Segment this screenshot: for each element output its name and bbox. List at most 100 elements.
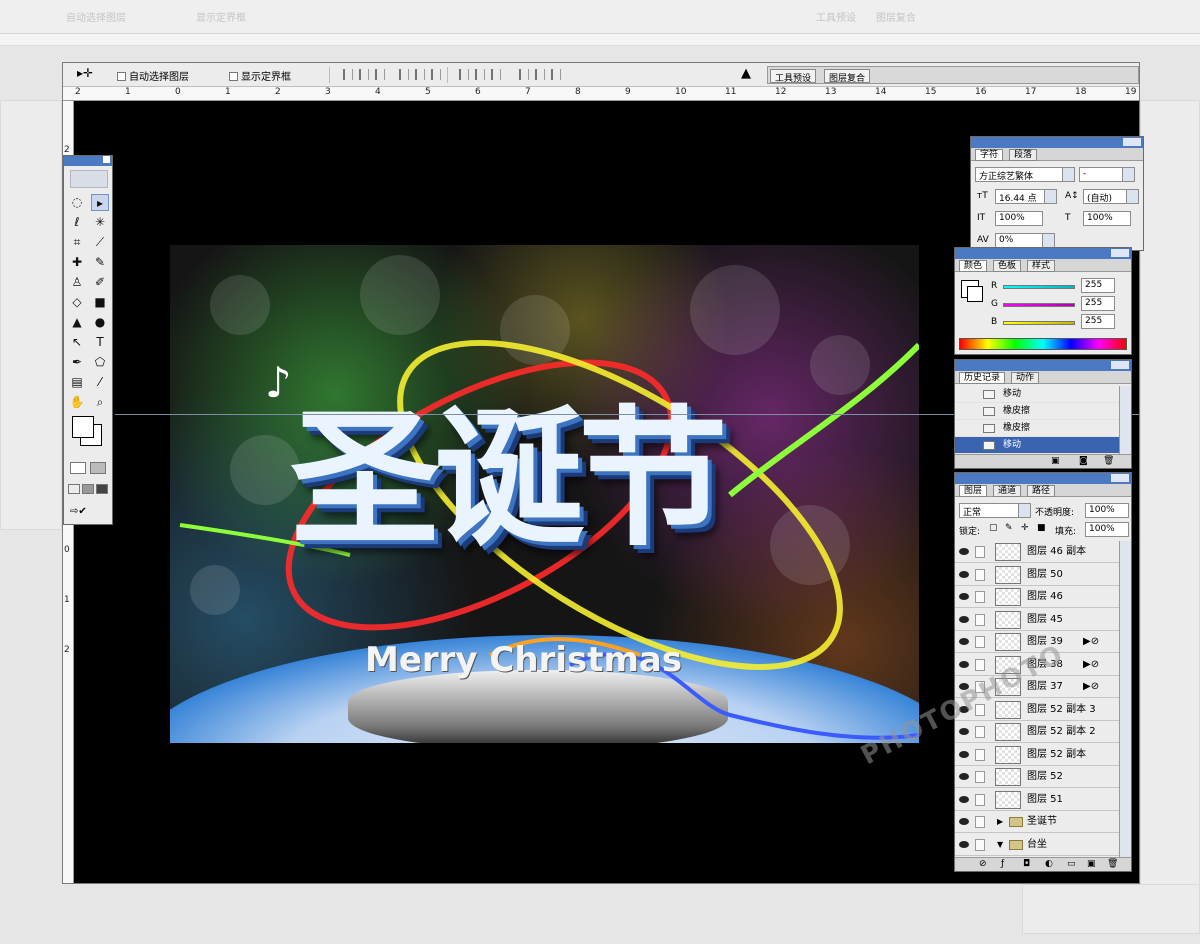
eye-visibility-icon[interactable] <box>959 818 969 825</box>
auto-select-checkbox[interactable]: 自动选择图层 <box>117 68 189 83</box>
tab-swatches[interactable]: 色板 <box>993 260 1022 272</box>
screen-mode-icon[interactable] <box>68 484 80 494</box>
history-item[interactable]: 橡皮擦 <box>955 420 1129 437</box>
layer-row[interactable]: 图层 51 <box>955 788 1121 811</box>
font-family-select[interactable]: 方正综艺繁体 <box>975 167 1075 182</box>
add-mask-icon[interactable]: ◘ <box>1023 859 1030 869</box>
channel-b-slider[interactable] <box>1003 321 1075 325</box>
blur-tool-icon[interactable]: ▲ <box>68 314 86 331</box>
foreground-color-swatch[interactable] <box>72 416 94 438</box>
panel-titlebar[interactable] <box>955 248 1131 259</box>
slice-tool-icon[interactable]: ⟋ <box>91 234 109 251</box>
eye-visibility-icon[interactable] <box>959 773 969 780</box>
distribute-hcenter-icon[interactable] <box>535 69 545 80</box>
type-tool-icon[interactable]: T <box>91 334 109 351</box>
close-icon[interactable] <box>103 156 110 163</box>
shape-tool-icon[interactable]: ⬠ <box>91 354 109 371</box>
eye-visibility-icon[interactable] <box>959 570 969 578</box>
vertical-scale-field[interactable]: 100% <box>995 211 1043 226</box>
font-size-field[interactable]: 16.44 点 <box>995 189 1057 204</box>
new-layer-icon[interactable]: ▣ <box>1087 859 1096 869</box>
color-swatch-bg[interactable] <box>967 286 983 302</box>
link-toggle[interactable] <box>975 591 985 603</box>
layer-group-row[interactable]: ▶ 圣诞节 <box>955 811 1121 833</box>
move-tool-icon[interactable]: ▸ <box>91 194 109 211</box>
add-style-icon[interactable]: ƒ <box>1001 859 1004 869</box>
stamp-tool-icon[interactable]: ♙ <box>68 274 86 291</box>
lock-all-icon[interactable]: ■ <box>1037 523 1046 533</box>
eye-visibility-icon[interactable] <box>959 615 969 623</box>
link-toggle[interactable] <box>975 726 985 738</box>
distribute-right-icon[interactable] <box>551 69 561 80</box>
horizontal-ruler[interactable]: 2 1 0 1 2 3 4 5 6 7 8 9 10 11 12 13 14 15 16 17 18 19 <box>63 87 1139 101</box>
lock-paint-icon[interactable]: ✎ <box>1005 523 1013 533</box>
align-bottom-icon[interactable] <box>375 69 385 80</box>
tab-actions[interactable]: 动作 <box>1011 372 1040 384</box>
tab-layer-comps[interactable]: 图层复合 <box>824 69 871 84</box>
layer-row[interactable]: 图层 50 <box>955 563 1121 586</box>
lock-move-icon[interactable]: ✛ <box>1021 523 1029 533</box>
history-brush-icon[interactable]: ✐ <box>91 274 109 291</box>
link-toggle[interactable] <box>975 748 985 761</box>
history-item-selected[interactable]: 移动 <box>955 437 1129 454</box>
tab-channels[interactable]: 通道 <box>993 485 1022 497</box>
history-scrollbar[interactable] <box>1119 386 1131 456</box>
screen-mode-dark-icon[interactable] <box>96 484 108 494</box>
link-toggle[interactable] <box>975 568 985 581</box>
channel-g-value[interactable]: 255 <box>1081 296 1115 311</box>
gradient-tool-icon[interactable]: ■ <box>91 294 109 311</box>
blend-mode-select[interactable]: 正常 <box>959 503 1031 518</box>
brush-tool-icon[interactable]: ✎ <box>91 254 109 271</box>
link-toggle[interactable] <box>975 613 985 626</box>
layer-group-row[interactable]: ▼ 台坐 <box>955 833 1121 856</box>
eye-visibility-icon[interactable] <box>959 728 969 735</box>
tab-paragraph[interactable]: 段落 <box>1009 149 1038 161</box>
channel-g-slider[interactable] <box>1003 303 1075 307</box>
horizontal-scale-field[interactable]: 100% <box>1083 211 1131 226</box>
notes-tool-icon[interactable]: ▤ <box>68 374 86 391</box>
hand-tool-icon[interactable]: ✋ <box>68 394 86 411</box>
zoom-tool-icon[interactable]: ⌕ <box>91 394 109 411</box>
channel-r-value[interactable]: 255 <box>1081 278 1115 293</box>
link-toggle[interactable] <box>975 816 985 828</box>
expand-icon[interactable]: ▶ <box>997 811 1003 833</box>
channel-r-slider[interactable] <box>1003 285 1075 289</box>
show-bounds-checkbox[interactable]: 显示定界框 <box>229 68 291 83</box>
trash-icon[interactable]: 🗑 <box>1103 456 1114 466</box>
new-document-icon[interactable]: ▣ <box>1051 456 1060 466</box>
history-item[interactable]: 移动 <box>955 386 1129 403</box>
canvas-artwork[interactable]: ♪ 圣诞节 Merry Christmas <box>170 245 919 743</box>
channel-b-value[interactable]: 255 <box>1081 314 1115 329</box>
layer-row[interactable]: 图层 46 副本 <box>955 541 1121 563</box>
crop-tool-icon[interactable]: ⌗ <box>68 234 86 251</box>
color-spectrum-bar[interactable] <box>959 338 1127 350</box>
jump-to-imageready-icon[interactable]: ⇨✔ <box>70 506 104 518</box>
link-toggle[interactable] <box>975 658 985 671</box>
distribute-vcenter-icon[interactable] <box>475 69 485 80</box>
standard-mode-icon[interactable] <box>70 462 86 474</box>
link-layers-icon[interactable]: ⊘ <box>979 859 987 869</box>
tab-color[interactable]: 颜色 <box>959 260 988 272</box>
align-right-icon[interactable] <box>431 69 441 80</box>
layer-row[interactable]: 图层 46 <box>955 586 1121 608</box>
layers-scrollbar[interactable] <box>1119 541 1131 857</box>
tab-character[interactable]: 字符 <box>975 149 1004 161</box>
panel-buttons-icon[interactable] <box>1111 361 1129 369</box>
leading-field[interactable]: (自动) <box>1083 189 1139 204</box>
layer-row[interactable]: 图层 52 副本 <box>955 743 1121 766</box>
align-top-icon[interactable] <box>343 69 353 80</box>
eraser-tool-icon[interactable]: ◇ <box>68 294 86 311</box>
fill-field[interactable]: 100% <box>1085 522 1129 537</box>
tab-paths[interactable]: 路径 <box>1027 485 1056 497</box>
healing-brush-icon[interactable]: ✚ <box>68 254 86 271</box>
panel-buttons-icon[interactable] <box>1123 138 1141 146</box>
palette-well-icon[interactable]: ▲ <box>741 66 751 81</box>
eye-visibility-icon[interactable] <box>959 795 969 803</box>
history-item[interactable]: 橡皮擦 <box>955 403 1129 420</box>
eye-visibility-icon[interactable] <box>959 548 969 555</box>
distribute-top-icon[interactable] <box>459 69 469 80</box>
eye-visibility-icon[interactable] <box>959 660 969 668</box>
layer-effects-icon[interactable]: ▶⊘ <box>1083 676 1099 698</box>
move-tool-icon[interactable]: ▸✛ <box>77 66 93 80</box>
eye-visibility-icon[interactable] <box>959 840 969 848</box>
